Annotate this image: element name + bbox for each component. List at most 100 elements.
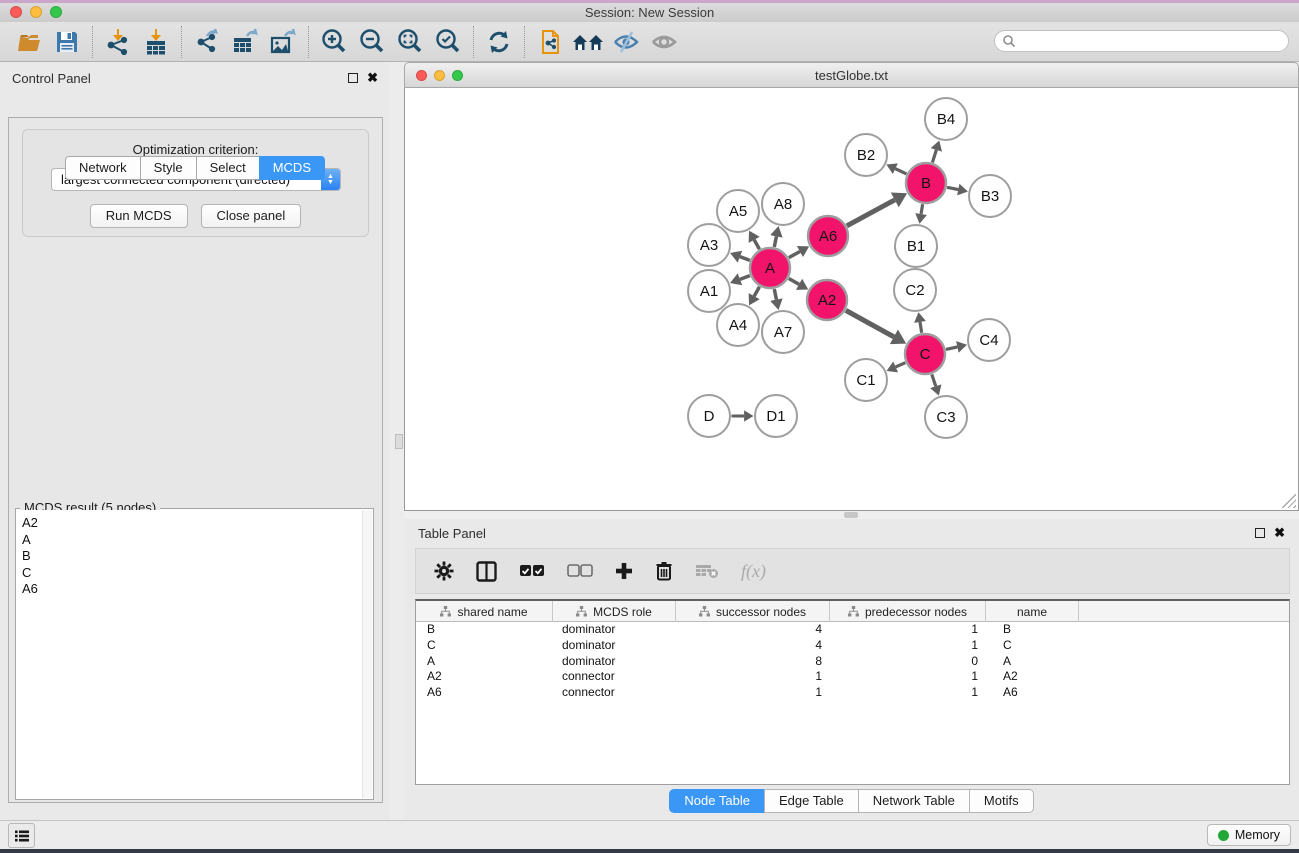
node-table-header[interactable]: shared nameMCDS rolesuccessor nodesprede… <box>416 601 1289 622</box>
tab-network[interactable]: Network <box>65 156 140 180</box>
save-session-button[interactable] <box>48 25 86 59</box>
export-network-button[interactable] <box>188 25 226 59</box>
run-mcds-button[interactable]: Run MCDS <box>90 204 188 228</box>
graph-edge[interactable] <box>740 276 750 280</box>
zoom-window-button[interactable] <box>50 6 62 18</box>
network-hscrollbar-thumb[interactable] <box>844 512 858 518</box>
float-table-panel-icon[interactable] <box>1255 528 1265 538</box>
table-mode-button[interactable] <box>476 561 497 582</box>
graph-edge[interactable] <box>847 200 895 226</box>
table-cell: C <box>986 638 1079 654</box>
tab-mcds[interactable]: MCDS <box>259 156 325 180</box>
graph-edge[interactable] <box>754 240 759 249</box>
tab-style[interactable]: Style <box>140 156 196 180</box>
search-input[interactable] <box>1016 32 1288 50</box>
graph-edge[interactable] <box>895 169 906 174</box>
graph-edge[interactable] <box>740 257 750 261</box>
graph-edge[interactable] <box>932 150 936 163</box>
mcds-result-item[interactable]: A2 <box>17 515 362 532</box>
close-window-button[interactable] <box>10 6 22 18</box>
open-session-button[interactable] <box>10 25 48 59</box>
zoom-out-button[interactable] <box>353 25 391 59</box>
graph-edge[interactable] <box>946 347 957 349</box>
hide-selected-button[interactable] <box>607 25 645 59</box>
column-header[interactable]: successor nodes <box>676 601 830 622</box>
graph-edge[interactable] <box>896 363 906 367</box>
graph-edge[interactable] <box>947 187 958 189</box>
mcds-list-scrollbar[interactable] <box>362 510 372 798</box>
close-panel-button[interactable]: Close panel <box>201 204 302 228</box>
close-panel-icon[interactable]: ✖ <box>367 73 378 83</box>
zoom-selected-button[interactable] <box>429 25 467 59</box>
mcds-result-list[interactable]: A2ABCA6 <box>17 510 362 798</box>
export-image-button[interactable] <box>264 25 302 59</box>
graph-edge[interactable] <box>754 287 759 296</box>
apply-layout-button[interactable] <box>480 25 518 59</box>
network-window-titlebar[interactable]: testGlobe.txt <box>404 62 1299 88</box>
new-network-from-selection-button[interactable] <box>531 25 569 59</box>
graph-node-label: B1 <box>907 238 925 255</box>
network-minimize-button[interactable] <box>434 70 445 81</box>
zoom-in-button[interactable] <box>315 25 353 59</box>
graph-edge[interactable] <box>789 279 799 285</box>
network-graph[interactable]: B4B2BB3A8A5A6A3B1AC2A1A2A4A7C4CC1DD1C3 <box>405 88 1298 510</box>
table-panel: Table Panel ✖ <box>404 519 1299 820</box>
table-row[interactable]: Bdominator41B <box>416 622 1289 638</box>
delete-columns-button[interactable] <box>655 561 673 581</box>
minimize-window-button[interactable] <box>30 6 42 18</box>
close-table-panel-icon[interactable]: ✖ <box>1274 528 1285 538</box>
tab-motifs[interactable]: Motifs <box>969 789 1034 813</box>
table-row[interactable]: A2connector11A2 <box>416 669 1289 685</box>
first-neighbors-button[interactable] <box>569 25 607 59</box>
graph-edge[interactable] <box>932 374 936 386</box>
show-all-button[interactable] <box>645 25 683 59</box>
graph-edge[interactable] <box>920 322 922 333</box>
node-table[interactable]: shared nameMCDS rolesuccessor nodesprede… <box>415 599 1290 785</box>
export-table-button[interactable] <box>226 25 264 59</box>
network-close-button[interactable] <box>416 70 427 81</box>
mcds-result-item[interactable]: C <box>17 565 362 582</box>
network-zoom-button[interactable] <box>452 70 463 81</box>
import-table-button[interactable] <box>137 25 175 59</box>
zoom-fit-button[interactable] <box>391 25 429 59</box>
search-field[interactable] <box>994 30 1289 52</box>
column-header[interactable]: predecessor nodes <box>830 601 986 622</box>
graph-edge[interactable] <box>774 289 776 300</box>
network-canvas[interactable]: B4B2BB3A8A5A6A3B1AC2A1A2A4A7C4CC1DD1C3 <box>404 88 1299 511</box>
toolbar-separator <box>92 26 93 58</box>
memory-button[interactable]: Memory <box>1207 824 1291 846</box>
column-settings-button[interactable] <box>434 561 454 581</box>
unchecked-boxes-icon <box>567 564 593 578</box>
window-controls[interactable] <box>10 6 62 18</box>
mcds-result-item[interactable]: A6 <box>17 581 362 598</box>
column-header[interactable]: shared name <box>416 601 553 622</box>
select-all-columns-button[interactable] <box>519 564 545 578</box>
table-row[interactable]: Cdominator41C <box>416 638 1289 654</box>
table-row[interactable]: A6connector11A6 <box>416 685 1289 701</box>
tab-edge-table[interactable]: Edge Table <box>764 789 858 813</box>
delete-table-button[interactable] <box>695 563 719 579</box>
column-header[interactable]: name <box>986 601 1079 622</box>
resize-grip-icon[interactable] <box>1282 494 1296 508</box>
unselect-all-columns-button[interactable] <box>567 564 593 578</box>
graph-edge[interactable] <box>789 251 800 257</box>
column-header[interactable]: MCDS role <box>553 601 676 622</box>
graph-edge[interactable] <box>774 236 776 247</box>
tab-node-table[interactable]: Node Table <box>669 789 764 813</box>
app-titlebar[interactable]: Session: New Session <box>0 3 1299 22</box>
network-hscrollbar[interactable] <box>404 511 1299 519</box>
graph-edge[interactable] <box>846 310 894 336</box>
function-builder-button[interactable]: f(x) <box>741 561 766 582</box>
mcds-result-item[interactable]: B <box>17 548 362 565</box>
add-column-button[interactable] <box>615 562 633 580</box>
float-panel-icon[interactable] <box>348 73 358 83</box>
splitter-handle[interactable] <box>395 434 403 449</box>
import-network-button[interactable] <box>99 25 137 59</box>
control-panel-title: Control Panel <box>12 71 348 86</box>
show-task-history-button[interactable] <box>8 823 35 848</box>
graph-edge[interactable] <box>921 204 923 214</box>
table-row[interactable]: Adominator80A <box>416 654 1289 670</box>
tab-select[interactable]: Select <box>196 156 259 180</box>
mcds-result-item[interactable]: A <box>17 532 362 549</box>
tab-network-table[interactable]: Network Table <box>858 789 969 813</box>
